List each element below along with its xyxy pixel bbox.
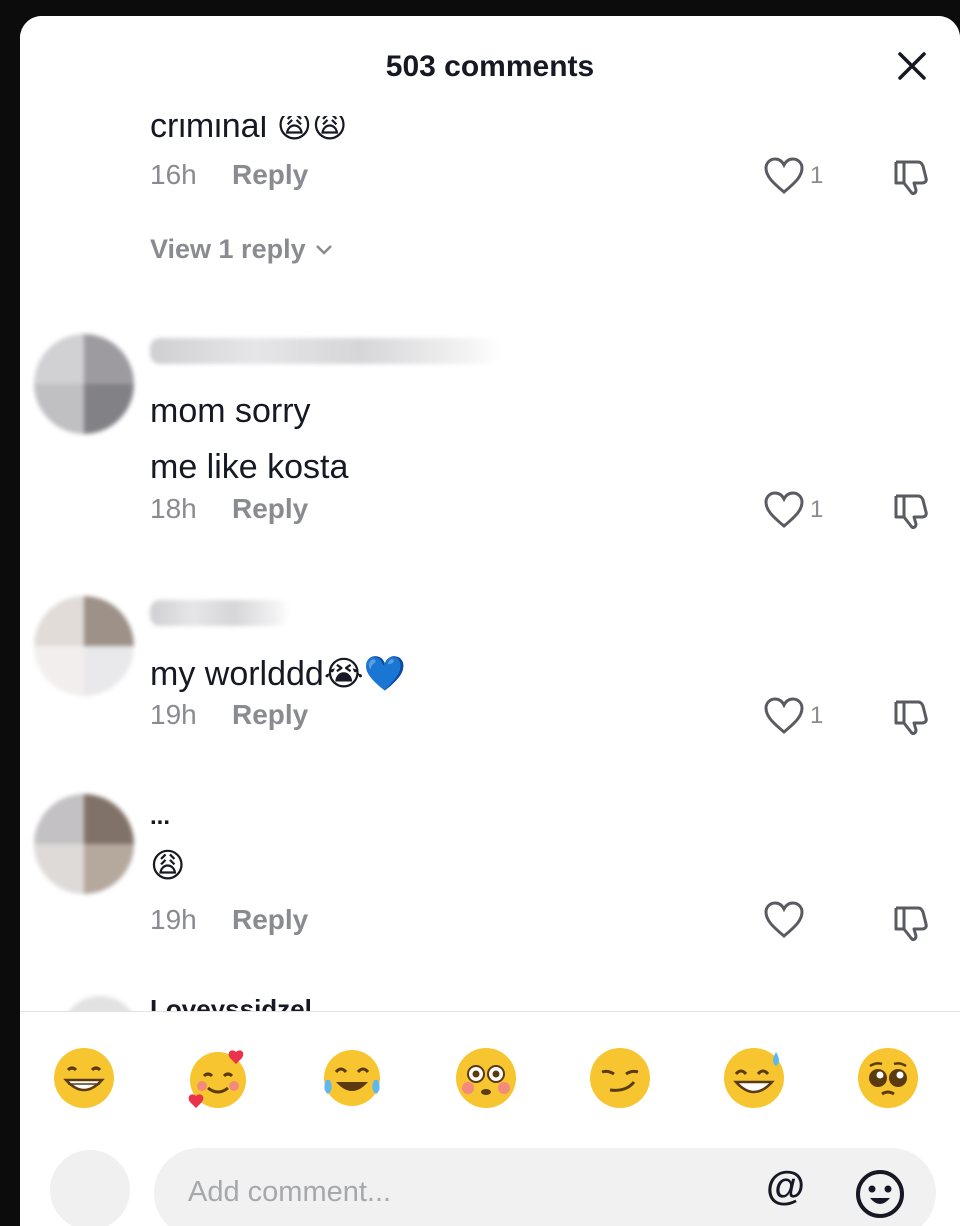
emoji-smirk-button[interactable] [588, 1046, 652, 1110]
view-replies-label: View 1 reply [150, 234, 306, 264]
emoji-grin-button[interactable] [52, 1046, 116, 1110]
comment-emoji: 😩 [150, 847, 186, 885]
comment-list[interactable]: criminal 😩😩 16h Reply 1 View 1 reply mom… [20, 16, 960, 1011]
comment-username: Loveyssidzel [150, 994, 312, 1011]
comment-time: 16h [150, 159, 197, 190]
avatar[interactable] [34, 334, 134, 434]
comment-time: 19h [150, 904, 197, 935]
comments-count-title: 503 comments [385, 50, 595, 83]
chevron-down-icon [315, 244, 332, 255]
comment-text-line1: mom sorry [150, 392, 311, 430]
comment-time: 18h [150, 493, 197, 524]
heart-icon [764, 901, 804, 938]
comment-text-line1: ... [150, 803, 171, 830]
comment-text: my worlddd😭💙 [150, 655, 406, 693]
like-button[interactable]: 1 [762, 696, 823, 736]
mention-button[interactable]: @ [766, 1164, 805, 1209]
dislike-icon[interactable] [888, 154, 932, 198]
comment-composer: @ [20, 1136, 960, 1226]
dislike-icon[interactable] [888, 488, 932, 532]
like-count: 1 [810, 162, 824, 189]
comment-text-line2: me like kosta [150, 448, 349, 486]
reply-button[interactable]: Reply [232, 493, 308, 524]
comment-time: 19h [150, 699, 197, 730]
like-button[interactable]: 1 [762, 156, 823, 196]
emoji-flushed-button[interactable] [454, 1046, 518, 1110]
reply-button[interactable]: Reply [232, 159, 308, 190]
comment-input-wrapper: @ [154, 1148, 936, 1226]
heart-icon [764, 491, 804, 528]
like-count: 1 [810, 496, 824, 523]
comments-header: 503 comments [20, 16, 960, 116]
comments-sheet: 503 comments criminal 😩😩 16h Reply 1 View… [20, 16, 960, 1226]
emoji-quick-bar [20, 1016, 960, 1136]
divider [20, 1011, 960, 1012]
comment-meta: 19h Reply [150, 904, 308, 936]
heart-icon [764, 697, 804, 734]
emoji-tears-of-joy-button[interactable] [320, 1046, 384, 1110]
comment-meta: 19h Reply [150, 699, 308, 731]
avatar[interactable] [34, 596, 134, 696]
emoji-sweat-smile-button[interactable] [722, 1046, 786, 1110]
comment-meta: 18h Reply [150, 493, 308, 525]
comment-input[interactable] [186, 1166, 730, 1218]
view-replies-button[interactable]: View 1 reply [150, 234, 334, 265]
emoji-smiling-hearts-button[interactable] [186, 1046, 250, 1110]
like-count: 1 [810, 702, 824, 729]
username-blurred [150, 338, 500, 364]
close-icon[interactable] [892, 46, 932, 86]
like-button[interactable]: 1 [762, 490, 823, 530]
avatar[interactable] [60, 996, 140, 1011]
like-button[interactable] [762, 900, 810, 940]
dislike-icon[interactable] [888, 900, 932, 944]
username-blurred [150, 600, 290, 626]
heart-icon [764, 157, 804, 194]
reply-button[interactable]: Reply [232, 699, 308, 730]
emoji-picker-icon[interactable] [854, 1168, 906, 1220]
dislike-icon[interactable] [888, 694, 932, 738]
my-avatar [50, 1150, 130, 1226]
emoji-pleading-button[interactable] [856, 1046, 920, 1110]
comment-meta: 16h Reply [150, 159, 308, 191]
reply-button[interactable]: Reply [232, 904, 308, 935]
avatar[interactable] [34, 794, 134, 894]
